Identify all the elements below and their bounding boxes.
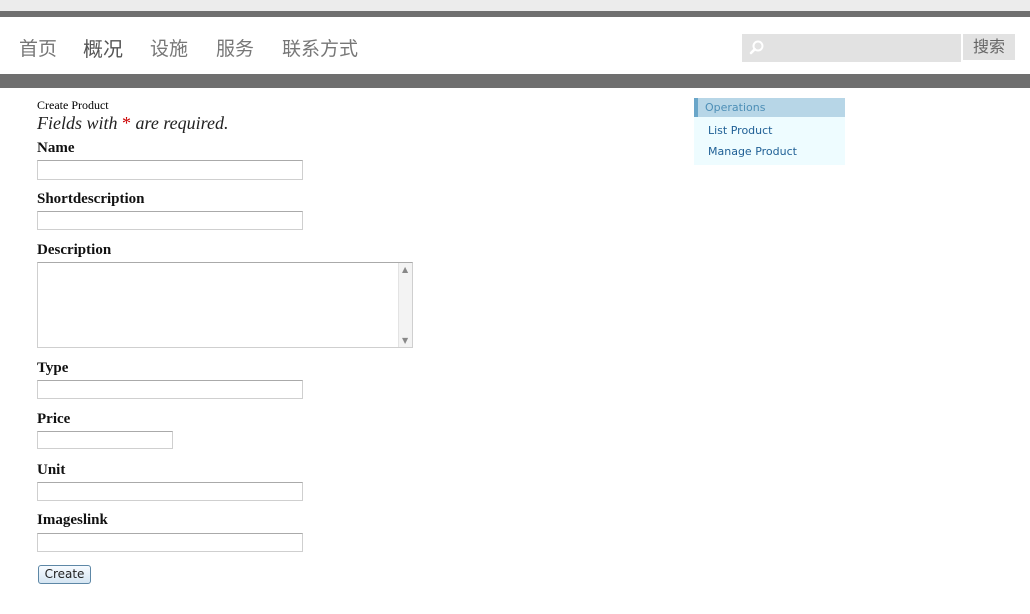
manage-product-link[interactable]: Manage Product xyxy=(708,145,797,158)
top-strip xyxy=(0,0,1030,11)
nav-services[interactable]: 服务 xyxy=(216,34,254,61)
price-field[interactable] xyxy=(37,431,173,449)
list-product-link[interactable]: List Product xyxy=(708,124,773,137)
nav-facilities[interactable]: 设施 xyxy=(150,34,188,61)
name-field[interactable] xyxy=(37,160,303,180)
description-label: Description xyxy=(37,242,112,258)
search-icon xyxy=(749,40,764,55)
scroll-up-icon[interactable]: ▲ xyxy=(402,265,408,274)
search-button[interactable]: 搜索 xyxy=(963,34,1015,60)
required-note-text: Fields with xyxy=(37,113,122,133)
nav-bottom-bar xyxy=(0,74,1030,88)
nav-contact[interactable]: 联系方式 xyxy=(282,34,358,61)
imageslink-field[interactable] xyxy=(37,533,303,552)
price-label: Price xyxy=(37,411,71,427)
shortdescription-label: Shortdescription xyxy=(37,191,145,207)
required-note-text-end: are required. xyxy=(131,113,229,133)
nav-home[interactable]: 首页 xyxy=(19,34,57,61)
type-field[interactable] xyxy=(37,380,303,399)
operations-title: Operations xyxy=(694,98,845,117)
unit-field[interactable] xyxy=(37,482,303,501)
description-textarea[interactable]: ▲ ▼ xyxy=(37,262,413,348)
scroll-down-icon[interactable]: ▼ xyxy=(402,336,408,345)
required-star: * xyxy=(122,113,131,133)
operations-panel: Operations List Product Manage Product xyxy=(694,98,845,165)
create-button[interactable]: Create xyxy=(38,565,91,584)
description-scrollbar[interactable]: ▲ ▼ xyxy=(398,263,412,347)
shortdescription-field[interactable] xyxy=(37,211,303,230)
nav-overview[interactable]: 概况 xyxy=(83,33,123,62)
unit-label: Unit xyxy=(37,462,66,478)
name-label: Name xyxy=(37,140,75,156)
type-label: Type xyxy=(37,360,69,376)
imageslink-label: Imageslink xyxy=(37,512,108,528)
page-title: Create Product xyxy=(37,98,109,112)
required-note: Fields with * are required. xyxy=(37,113,228,134)
search-input[interactable] xyxy=(742,34,961,62)
main-nav: 首页 概况 设施 服务 联系方式 搜索 xyxy=(0,17,1030,74)
